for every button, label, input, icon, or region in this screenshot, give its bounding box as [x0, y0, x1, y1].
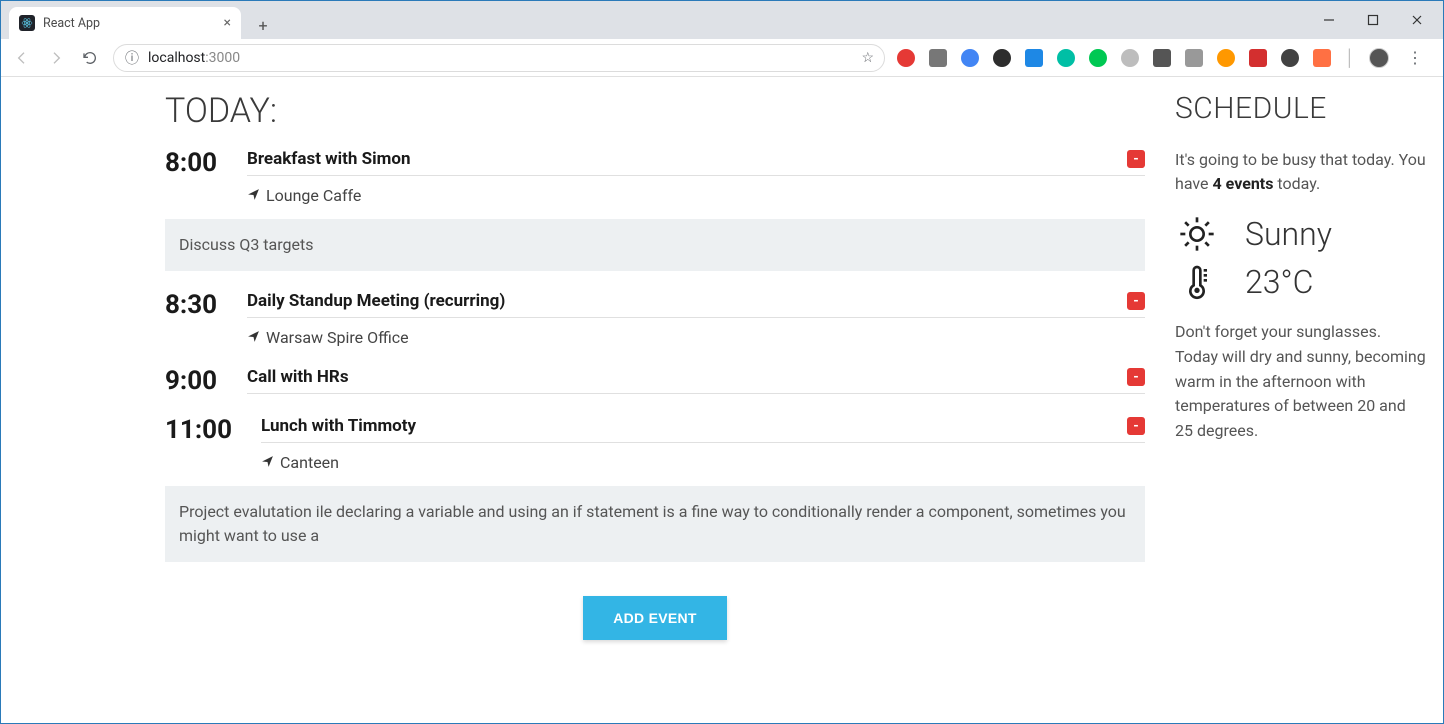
- thermometer-icon: [1175, 262, 1219, 302]
- extension-icon[interactable]: [1025, 49, 1043, 67]
- event-title: Breakfast with Simon: [247, 149, 410, 169]
- schedule-heading: SCHEDULE: [1175, 91, 1427, 126]
- extension-icon[interactable]: [1281, 49, 1299, 67]
- chrome-menu-button[interactable]: ⋮: [1403, 48, 1427, 67]
- url-host: localhost: [148, 50, 205, 66]
- tab-title: React App: [43, 16, 100, 31]
- extension-icon[interactable]: [1249, 49, 1267, 67]
- event-description: Discuss Q3 targets: [165, 219, 1145, 271]
- page-viewport: TODAY: 8:00 Breakfast with Simon - Lounge C…: [1, 77, 1443, 723]
- extension-icon[interactable]: [1057, 49, 1075, 67]
- address-bar[interactable]: ⓘ localhost:3000 ☆: [113, 44, 885, 72]
- sun-icon: [1175, 214, 1219, 254]
- event-title: Call with HRs: [247, 367, 349, 387]
- event-time: 8:00: [165, 149, 235, 178]
- extension-icon[interactable]: [1089, 49, 1107, 67]
- event-title: Daily Standup Meeting (recurring): [247, 291, 505, 311]
- browser-tab-strip: React App × +: [1, 1, 1443, 39]
- event-row: 9:00 Call with HRs -: [165, 367, 1145, 396]
- extension-icon[interactable]: [993, 49, 1011, 67]
- schedule-note: Don't forget your sunglasses. Today will…: [1175, 320, 1427, 444]
- extension-icon[interactable]: [929, 49, 947, 67]
- event-title: Lunch with Timmoty: [261, 416, 416, 436]
- event-description: Project evalutation ile declaring a vari…: [165, 486, 1145, 562]
- schedule-intro-post: today.: [1273, 174, 1320, 193]
- reload-button[interactable]: [79, 47, 101, 69]
- remove-event-button[interactable]: -: [1127, 292, 1145, 310]
- extension-icon[interactable]: [961, 49, 979, 67]
- extension-icon[interactable]: [1153, 49, 1171, 67]
- event-row: 8:30 Daily Standup Meeting (recurring) - Wa…: [165, 291, 1145, 347]
- location-arrow-icon: [247, 186, 260, 205]
- schedule-intro: It's going to be busy that today. You ha…: [1175, 148, 1427, 196]
- extension-icon[interactable]: [1313, 49, 1331, 67]
- location-arrow-icon: [247, 328, 260, 347]
- event-row: 11:00 Lunch with Timmoty - Canteen Project e…: [165, 416, 1145, 562]
- browser-tab[interactable]: React App ×: [9, 7, 241, 39]
- extension-icon[interactable]: [1185, 49, 1203, 67]
- extension-icon[interactable]: [1217, 49, 1235, 67]
- react-favicon: [19, 15, 35, 31]
- remove-event-button[interactable]: -: [1127, 417, 1145, 435]
- add-event-button[interactable]: ADD EVENT: [583, 596, 727, 640]
- new-tab-button[interactable]: +: [249, 11, 277, 39]
- today-heading: TODAY:: [165, 91, 1145, 131]
- schedule-event-count: 4 events: [1213, 174, 1274, 193]
- bookmark-star-icon[interactable]: ☆: [861, 50, 874, 66]
- extension-separator: │: [1345, 48, 1355, 68]
- event-time: 11:00: [165, 416, 249, 445]
- weather-condition: Sunny: [1245, 215, 1332, 253]
- window-minimize-button[interactable]: [1307, 5, 1351, 35]
- profile-avatar[interactable]: [1369, 48, 1389, 68]
- extension-icon[interactable]: [897, 49, 915, 67]
- event-row: 8:00 Breakfast with Simon - Lounge Caffe Dis…: [165, 149, 1145, 271]
- event-location: Warsaw Spire Office: [247, 318, 1145, 347]
- back-button[interactable]: [11, 47, 33, 69]
- forward-button[interactable]: [45, 47, 67, 69]
- event-time: 9:00: [165, 367, 235, 396]
- remove-event-button[interactable]: -: [1127, 150, 1145, 168]
- window-maximize-button[interactable]: [1351, 5, 1395, 35]
- window-close-button[interactable]: [1395, 5, 1439, 35]
- extension-icons: │ ⋮: [897, 48, 1433, 68]
- remove-event-button[interactable]: -: [1127, 368, 1145, 386]
- event-time: 8:30: [165, 291, 235, 320]
- event-location: Canteen: [261, 443, 1145, 472]
- url-port: :3000: [205, 50, 240, 66]
- browser-toolbar: ⓘ localhost:3000 ☆ │ ⋮: [1, 39, 1443, 77]
- location-arrow-icon: [261, 453, 274, 472]
- tab-close-icon[interactable]: ×: [224, 15, 231, 31]
- extension-icon[interactable]: [1121, 49, 1139, 67]
- site-info-icon[interactable]: ⓘ: [124, 48, 140, 68]
- event-location: Lounge Caffe: [247, 176, 1145, 205]
- weather-temperature: 23°C: [1245, 263, 1313, 301]
